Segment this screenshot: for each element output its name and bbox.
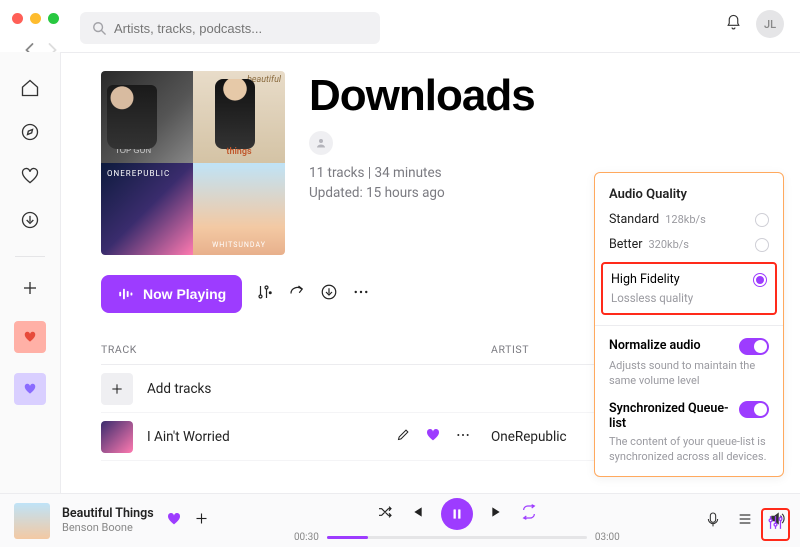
heart-icon[interactable] — [425, 427, 441, 447]
mix-icon[interactable] — [256, 283, 274, 305]
search-icon — [92, 21, 106, 35]
next-icon[interactable] — [489, 504, 505, 524]
cover-label: things — [226, 147, 251, 157]
window-controls — [12, 13, 59, 24]
favorite-playlist-2[interactable] — [14, 373, 46, 405]
radio-icon — [755, 213, 769, 227]
quality-standard[interactable]: Standard128kb/s — [609, 212, 769, 227]
share-icon[interactable] — [288, 283, 306, 305]
download-icon[interactable] — [320, 283, 338, 305]
normalize-desc: Adjusts sound to maintain the same volum… — [609, 359, 769, 389]
radio-selected-icon — [753, 273, 767, 287]
more-icon[interactable] — [352, 283, 370, 305]
user-avatar[interactable]: JL — [756, 10, 784, 38]
hf-desc: Lossless quality — [611, 291, 767, 305]
repeat-icon[interactable] — [521, 504, 537, 524]
toggle-on-icon — [739, 338, 769, 355]
track-thumb — [101, 421, 133, 453]
minimize-window[interactable] — [30, 13, 41, 24]
normalize-toggle-row[interactable]: Normalize audio — [609, 338, 769, 355]
more-icon[interactable] — [455, 427, 471, 447]
player-track-title: Beautiful Things — [62, 506, 154, 521]
playlist-stats: 11 tracks | 34 minutes — [309, 165, 535, 181]
notifications-icon[interactable] — [725, 14, 742, 35]
toggle-on-icon — [739, 401, 769, 418]
prev-icon[interactable] — [409, 504, 425, 524]
now-playing-label: Now Playing — [143, 286, 226, 302]
player-track-artist: Benson Boone — [62, 521, 154, 534]
heart-icon[interactable] — [166, 511, 182, 531]
progress-bar[interactable]: 00:30 03:00 — [221, 532, 693, 543]
maximize-window[interactable] — [48, 13, 59, 24]
home-icon[interactable] — [20, 78, 40, 102]
global-search[interactable] — [80, 12, 380, 44]
time-elapsed: 00:30 — [294, 532, 319, 543]
sync-label: Synchronized Queue-list — [609, 401, 739, 431]
sidebar-separator — [15, 256, 45, 257]
soundwave-icon — [117, 285, 135, 303]
edit-icon[interactable] — [396, 427, 411, 446]
sync-desc: The content of your queue-list is synchr… — [609, 435, 769, 465]
popover-title: Audio Quality — [609, 187, 769, 202]
plus-icon — [101, 373, 133, 405]
quality-high-fidelity[interactable]: High Fidelity Lossless quality — [601, 262, 777, 315]
now-playing-button[interactable]: Now Playing — [101, 275, 242, 313]
page-title: Downloads — [309, 71, 535, 121]
add-playlist-icon[interactable] — [21, 279, 39, 301]
track-title: I Ain't Worried — [147, 429, 230, 445]
normalize-label: Normalize audio — [609, 338, 701, 353]
cover-label: WHITSUNDAY — [212, 241, 266, 249]
playlist-updated: Updated: 15 hours ago — [309, 185, 535, 201]
favorite-playlist-1[interactable] — [14, 321, 46, 353]
shuffle-icon[interactable] — [377, 504, 393, 524]
sync-queue-toggle-row[interactable]: Synchronized Queue-list — [609, 401, 769, 431]
cover-label: ONEREPUBLIC — [107, 169, 170, 178]
audio-settings-popover: Audio Quality Standard128kb/s Better320k… — [594, 172, 784, 477]
queue-icon[interactable] — [737, 511, 753, 531]
add-tracks-label: Add tracks — [147, 381, 211, 397]
hf-label: High Fidelity — [611, 272, 680, 287]
equalizer-icon[interactable] — [767, 516, 784, 535]
audio-settings-button-highlight — [761, 508, 790, 541]
owner-icon — [309, 131, 333, 155]
playlist-cover: TOP GUN beautifulthings ONEREPUBLIC WHIT… — [101, 71, 285, 255]
lyrics-icon[interactable] — [705, 511, 721, 531]
downloads-icon[interactable] — [20, 210, 40, 234]
th-track: TRACK — [101, 343, 491, 356]
favorites-icon[interactable] — [20, 166, 40, 190]
popover-separator — [595, 325, 783, 326]
playlist-header: Downloads 11 tracks | 34 minutes Updated… — [309, 71, 535, 255]
quality-better[interactable]: Better320kb/s — [609, 237, 769, 252]
explore-icon[interactable] — [20, 122, 40, 146]
radio-icon — [755, 238, 769, 252]
player-cover[interactable] — [14, 503, 50, 539]
cover-label: TOP GUN — [115, 147, 151, 155]
player-bar: Beautiful Things Benson Boone 00:30 03:0… — [0, 493, 800, 547]
pause-button[interactable] — [441, 498, 473, 530]
close-window[interactable] — [12, 13, 23, 24]
transport-controls — [377, 498, 537, 530]
sidebar — [0, 52, 60, 493]
search-input[interactable] — [114, 21, 368, 36]
time-total: 03:00 — [595, 532, 620, 543]
plus-icon[interactable] — [194, 511, 209, 530]
